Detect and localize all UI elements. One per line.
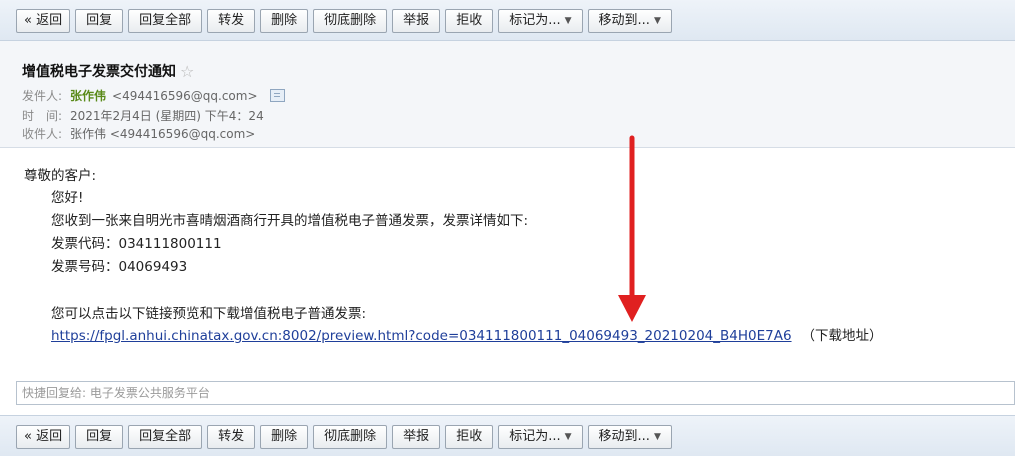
bottom-toolbar: « 返回 回复 回复全部 转发 删除 彻底删除 举报 拒收 标记为... ▼ 移…: [0, 415, 1015, 456]
reject-button[interactable]: 拒收: [445, 425, 494, 449]
reply-button[interactable]: 回复: [75, 425, 124, 449]
chevron-down-icon: ▼: [653, 432, 661, 442]
move-to-label: 移动到...: [598, 429, 650, 444]
quick-reply-input[interactable]: 快捷回复给: 电子发票公共服务平台: [16, 381, 1015, 405]
delete-button[interactable]: 删除: [260, 425, 309, 449]
delete-forever-button[interactable]: 彻底删除: [313, 425, 388, 449]
mark-as-dropdown[interactable]: 标记为... ▼: [498, 425, 583, 449]
move-to-dropdown[interactable]: 移动到... ▼: [587, 425, 672, 449]
toolbar-buttons: « 返回 回复 回复全部 转发 删除 彻底删除 举报 拒收 标记为... ▼ 移…: [16, 425, 672, 449]
forward-button[interactable]: 转发: [207, 425, 256, 449]
quick-reply-placeholder: 快捷回复给: 电子发票公共服务平台: [22, 386, 210, 400]
chevron-down-icon: ▼: [564, 432, 572, 442]
back-button[interactable]: « 返回: [16, 425, 71, 449]
report-button[interactable]: 举报: [392, 425, 441, 449]
reply-all-button[interactable]: 回复全部: [128, 425, 203, 449]
arrow-head: [618, 295, 646, 322]
mark-as-label: 标记为...: [509, 429, 561, 444]
